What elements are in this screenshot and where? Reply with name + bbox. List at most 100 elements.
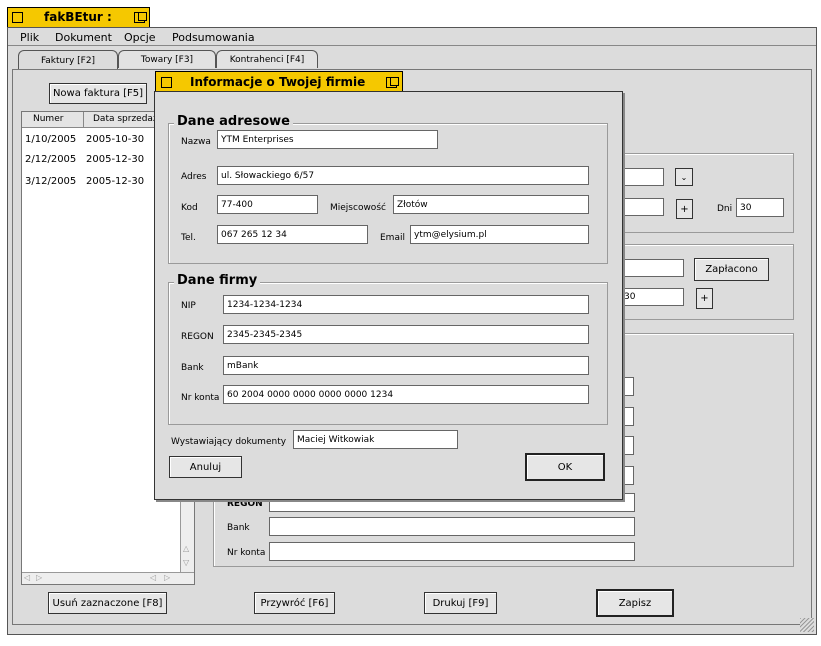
save-button[interactable]: Zapisz xyxy=(596,589,674,617)
bg-plus-button[interactable]: + xyxy=(676,199,693,219)
tab-faktury[interactable]: Faktury [F2] xyxy=(18,50,118,70)
column-header-data[interactable]: Data sprzedaż xyxy=(93,114,158,124)
bg-dni-field[interactable]: 30 xyxy=(736,198,784,217)
column-header-numer[interactable]: Numer xyxy=(33,114,63,124)
scroll-left-icon[interactable]: ◁ xyxy=(24,573,30,582)
postal-code-value: 77-400 xyxy=(221,199,253,210)
app-title-bar[interactable]: fakBEtur : xyxy=(7,7,150,27)
company-group-title: Dane firmy xyxy=(174,273,261,288)
row-date: 2005-10-30 xyxy=(86,134,145,145)
paid-button[interactable]: Zapłacono xyxy=(694,258,769,281)
scroll-right-icon[interactable]: ▷ xyxy=(36,573,42,582)
restore-button[interactable]: Przywróć [F6] xyxy=(254,592,335,614)
bg-days-value: 30 xyxy=(624,292,636,302)
scroll-right-icon[interactable]: ▷ xyxy=(164,573,170,582)
phone-label: Tel. xyxy=(181,233,196,243)
address-value: ul. Słowackiego 6/57 xyxy=(221,170,315,181)
nip-value: 1234-1234-1234 xyxy=(227,299,303,310)
menu-bar: Plik Dokument Opcje Podsumowania xyxy=(8,28,816,46)
postal-code-label: Kod xyxy=(181,203,198,213)
email-value: ytm@elysium.pl xyxy=(414,229,487,240)
nip-label: NIP xyxy=(181,301,196,311)
app-title: fakBEtur : xyxy=(44,10,112,24)
scroll-up-icon[interactable]: △ xyxy=(183,544,189,553)
new-invoice-button[interactable]: Nowa faktura [F5] xyxy=(49,83,147,104)
vertical-scrollbar[interactable]: △ ▽ xyxy=(180,492,194,572)
dialog-close-box-icon[interactable] xyxy=(161,77,172,88)
paid-button-label: Zapłacono xyxy=(705,264,758,275)
resize-grip-icon[interactable] xyxy=(800,618,814,632)
horizontal-scrollbar[interactable]: ◁ ▷ ◁ ▷ xyxy=(22,572,194,584)
menu-podsumowania[interactable]: Podsumowania xyxy=(172,31,255,44)
scroll-left-icon[interactable]: ◁ xyxy=(150,573,156,582)
name-label: Nazwa xyxy=(181,137,211,147)
address-field[interactable]: ul. Słowackiego 6/57 xyxy=(217,166,589,185)
column-divider xyxy=(83,112,84,128)
print-label: Drukuj [F9] xyxy=(432,597,489,609)
bg-dni-label: Dni xyxy=(717,204,733,214)
tab-faktury-label: Faktury [F2] xyxy=(40,55,96,66)
issuer-field[interactable]: Maciej Witkowiak xyxy=(293,430,458,449)
plus-icon: + xyxy=(700,293,709,304)
postal-code-field[interactable]: 77-400 xyxy=(217,195,318,214)
city-value: Złotów xyxy=(397,199,428,210)
name-value: YTM Enterprises xyxy=(221,134,294,145)
restore-label: Przywróć [F6] xyxy=(260,597,329,609)
account-field[interactable]: 60 2004 0000 0000 0000 0000 1234 xyxy=(223,385,589,404)
account-value: 60 2004 0000 0000 0000 0000 1234 xyxy=(227,389,394,400)
name-field[interactable]: YTM Enterprises xyxy=(217,130,438,149)
issuer-value: Maciej Witkowiak xyxy=(297,434,375,445)
city-field[interactable]: Złotów xyxy=(393,195,589,214)
tab-towary[interactable]: Towary [F3] xyxy=(118,50,216,68)
dialog-title: Informacje o Twojej firmie xyxy=(190,75,366,89)
ok-label: OK xyxy=(557,461,573,473)
ok-button[interactable]: OK xyxy=(525,453,605,481)
new-invoice-label: Nowa faktura [F5] xyxy=(52,88,144,99)
delete-selected-button[interactable]: Usuń zaznaczone [F8] xyxy=(48,592,167,614)
phone-field[interactable]: 067 265 12 34 xyxy=(217,225,368,244)
tab-towary-label: Towary [F3] xyxy=(140,54,194,65)
row-number: 2/12/2005 xyxy=(25,154,77,165)
bg-regon-label: REGON xyxy=(227,499,263,509)
address-group-title: Dane adresowe xyxy=(174,114,293,129)
cancel-label: Anuluj xyxy=(189,461,222,473)
nip-field[interactable]: 1234-1234-1234 xyxy=(223,295,589,314)
regon-label: REGON xyxy=(181,332,214,342)
row-date: 2005-12-30 xyxy=(86,154,145,165)
bg-account-field[interactable] xyxy=(269,542,635,561)
menu-opcje[interactable]: Opcje xyxy=(124,31,156,44)
address-label: Adres xyxy=(181,172,207,182)
row-number: 3/12/2005 xyxy=(25,176,77,187)
bank-value: mBank xyxy=(227,360,259,371)
phone-value: 067 265 12 34 xyxy=(221,229,287,240)
bg-bank-label: Bank xyxy=(227,523,250,533)
bg-bank-field[interactable] xyxy=(269,517,635,536)
tab-kontrahenci[interactable]: Kontrahenci [F4] xyxy=(216,50,318,68)
regon-value: 2345-2345-2345 xyxy=(227,329,303,340)
delete-selected-label: Usuń zaznaczone [F8] xyxy=(52,597,163,609)
account-label: Nr konta xyxy=(181,393,220,403)
bank-field[interactable]: mBank xyxy=(223,356,589,375)
menu-dokument[interactable]: Dokument xyxy=(55,31,112,44)
print-button[interactable]: Drukuj [F9] xyxy=(424,592,497,614)
bg-dropdown-button[interactable]: ⌄ xyxy=(675,168,693,186)
menu-plik[interactable]: Plik xyxy=(20,31,39,44)
city-label: Miejscowość xyxy=(330,203,386,213)
regon-field[interactable]: 2345-2345-2345 xyxy=(223,325,589,344)
dialog-zoom-box-icon[interactable] xyxy=(386,77,399,88)
tab-kontrahenci-label: Kontrahenci [F4] xyxy=(229,54,305,65)
issuer-label: Wystawiający dokumenty xyxy=(171,437,287,447)
row-number: 1/10/2005 xyxy=(25,134,77,145)
cancel-button[interactable]: Anuluj xyxy=(169,456,242,478)
email-label: Email xyxy=(380,233,405,243)
chevron-down-icon: ⌄ xyxy=(680,172,688,182)
dialog-title-bar[interactable]: Informacje o Twojej firmie xyxy=(155,71,403,92)
close-box-icon[interactable] xyxy=(12,12,23,23)
bg-plus-button-2[interactable]: + xyxy=(696,288,713,309)
zoom-box-icon[interactable] xyxy=(134,12,147,23)
bg-dni-value: 30 xyxy=(740,202,752,213)
email-field[interactable]: ytm@elysium.pl xyxy=(410,225,589,244)
row-date: 2005-12-30 xyxy=(86,176,145,187)
plus-icon: + xyxy=(680,203,689,215)
scroll-down-icon[interactable]: ▽ xyxy=(183,558,189,567)
